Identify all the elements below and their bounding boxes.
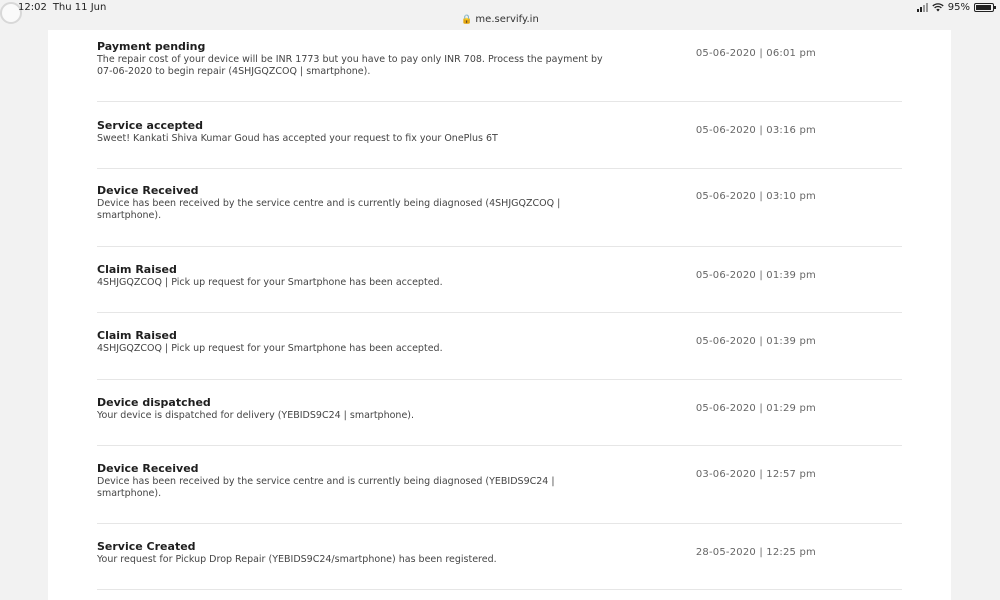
notification-title: Payment pending: [97, 40, 206, 53]
notification-item[interactable]: Service Created Your request for Pickup D…: [97, 524, 902, 590]
status-bar: 12:02 Thu 11 Jun 95% 🔒 me.servify.in: [0, 0, 1000, 30]
battery-icon: [974, 3, 996, 12]
notification-item[interactable]: Payment pending The repair cost of your d…: [97, 30, 902, 102]
battery-level: [976, 5, 992, 10]
notification-title: Service Created: [97, 540, 196, 553]
cellular-signal-icon: [916, 3, 928, 12]
url-domain: me.servify.in: [475, 14, 539, 25]
notification-timestamp: 05-06-2020 | 01:29 pm: [695, 403, 816, 414]
notification-timestamp: 05-06-2020 | 01:39 pm: [695, 270, 816, 281]
notification-description: Device has been received by the service …: [97, 198, 561, 221]
wifi-icon: [932, 3, 944, 12]
notification-timestamp: 03-06-2020 | 12:57 pm: [695, 469, 816, 480]
notifications-card: Payment pending The repair cost of your d…: [48, 30, 951, 600]
notification-description: Your request for Pickup Drop Repair (YEB…: [97, 554, 497, 565]
notification-item[interactable]: Claim Raised 4SHJGQZCOQ | Pick up request…: [97, 247, 902, 313]
lock-icon: 🔒: [461, 15, 473, 25]
notification-title: Device Received: [97, 184, 199, 197]
notification-item[interactable]: Device Received Device has been received …: [97, 169, 902, 247]
status-time: 12:02: [18, 2, 47, 13]
notification-timestamp: 05-06-2020 | 03:16 pm: [695, 125, 816, 136]
notification-description: The repair cost of your device will be I…: [97, 54, 603, 77]
notification-description: Device has been received by the service …: [97, 476, 555, 499]
notification-title: Device Received: [97, 462, 199, 475]
status-left: 12:02 Thu 11 Jun: [0, 2, 107, 24]
status-right: 95%: [916, 2, 996, 13]
notification-item[interactable]: Device dispatched Your device is dispatch…: [97, 380, 902, 446]
notification-description: 4SHJGQZCOQ | Pick up request for your Sm…: [97, 277, 443, 288]
notification-item[interactable]: Device Received Device has been received …: [97, 446, 902, 524]
notification-title: Service accepted: [97, 119, 203, 132]
status-date: Thu 11 Jun: [52, 2, 107, 13]
notification-description: Sweet! Kankati Shiva Kumar Goud has acce…: [97, 133, 498, 144]
notification-description: Your device is dispatched for delivery (…: [97, 410, 415, 421]
notification-item[interactable]: Service accepted Sweet! Kankati Shiva Kum…: [97, 102, 902, 169]
notification-timestamp: 05-06-2020 | 03:10 pm: [695, 191, 816, 202]
notification-title: Device dispatched: [97, 396, 211, 409]
notification-timestamp: 05-06-2020 | 01:39 pm: [695, 336, 816, 347]
battery-percent: 95%: [947, 2, 970, 13]
notification-title: Claim Raised: [97, 263, 177, 276]
notification-item[interactable]: Claim Raised 4SHJGQZCOQ | Pick up request…: [97, 313, 902, 380]
notification-timestamp: 05-06-2020 | 06:01 pm: [695, 48, 816, 59]
notification-timestamp: 28-05-2020 | 12:25 pm: [695, 547, 816, 558]
notification-title: Claim Raised: [97, 329, 177, 342]
notification-list: Payment pending The repair cost of your d…: [97, 30, 902, 590]
notification-description: 4SHJGQZCOQ | Pick up request for your Sm…: [97, 343, 443, 354]
url-bar[interactable]: 🔒 me.servify.in: [0, 14, 1000, 25]
